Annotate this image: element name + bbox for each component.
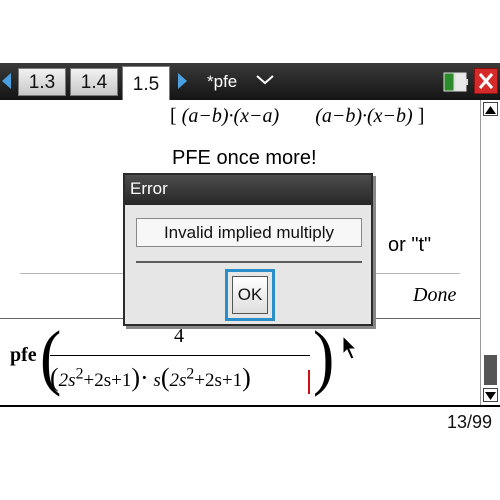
fraction-bar xyxy=(50,355,310,356)
matrix-entry: (a−b)·(x−b) xyxy=(315,105,413,127)
status-bar: 13/99 xyxy=(0,405,500,438)
function-name: pfe xyxy=(10,344,37,366)
page-counter: 13/99 xyxy=(446,412,492,432)
tab-scroll-left-icon[interactable] xyxy=(2,73,11,89)
tab-1-4[interactable]: 1.4 xyxy=(70,68,118,96)
error-message: Invalid implied multiply xyxy=(136,218,362,247)
entry-line[interactable]: pfe ( 4 (2s2+2s+1)· s(2s2+2s+1) ) xyxy=(0,315,480,405)
dialog-titlebar: Error xyxy=(125,175,371,205)
done-label: Done xyxy=(413,284,457,306)
close-button[interactable] xyxy=(474,68,498,94)
arrow-up-icon xyxy=(485,106,496,114)
arrow-down-icon xyxy=(485,392,496,400)
tab-bar: 1.3 1.4 1.5 *pfe xyxy=(0,63,500,100)
scroll-up-button[interactable] xyxy=(483,102,498,116)
calculator-screen: 1.3 1.4 1.5 *pfe [ (a−b)·(x−a) (a−b)·(x−… xyxy=(0,63,500,438)
note-text: PFE once more! xyxy=(172,147,317,169)
scroll-thumb[interactable] xyxy=(484,355,497,385)
scroll-down-button[interactable] xyxy=(483,388,498,402)
tab-scroll-right-icon[interactable] xyxy=(178,73,187,89)
denominator: (2s2+2s+1)· s(2s2+2s+1) xyxy=(50,363,251,392)
dialog-title: Error xyxy=(130,179,168,198)
ok-focus-ring: OK xyxy=(225,269,275,321)
tab-1-3[interactable]: 1.3 xyxy=(18,68,66,96)
dialog-divider xyxy=(136,261,362,263)
note-text-fragment: or "t" xyxy=(388,234,432,256)
text-cursor xyxy=(308,370,310,394)
chevron-down-icon[interactable] xyxy=(255,73,275,85)
ok-button[interactable]: OK xyxy=(232,276,268,314)
numerator: 4 xyxy=(174,325,184,347)
battery-icon xyxy=(443,72,468,92)
matrix-entry: (a−b)·(x−a) xyxy=(181,105,280,127)
error-dialog: Error Invalid implied multiply OK xyxy=(123,173,373,326)
close-paren: ) xyxy=(313,315,335,398)
matrix-result: [ (a−b)·(x−a) (a−b)·(x−b) ] xyxy=(170,105,425,127)
document-name[interactable]: *pfe xyxy=(207,72,237,92)
vertical-scrollbar[interactable] xyxy=(480,100,500,405)
tab-1-5[interactable]: 1.5 xyxy=(122,66,170,100)
close-icon xyxy=(478,73,494,89)
mouse-pointer-icon xyxy=(342,335,358,360)
